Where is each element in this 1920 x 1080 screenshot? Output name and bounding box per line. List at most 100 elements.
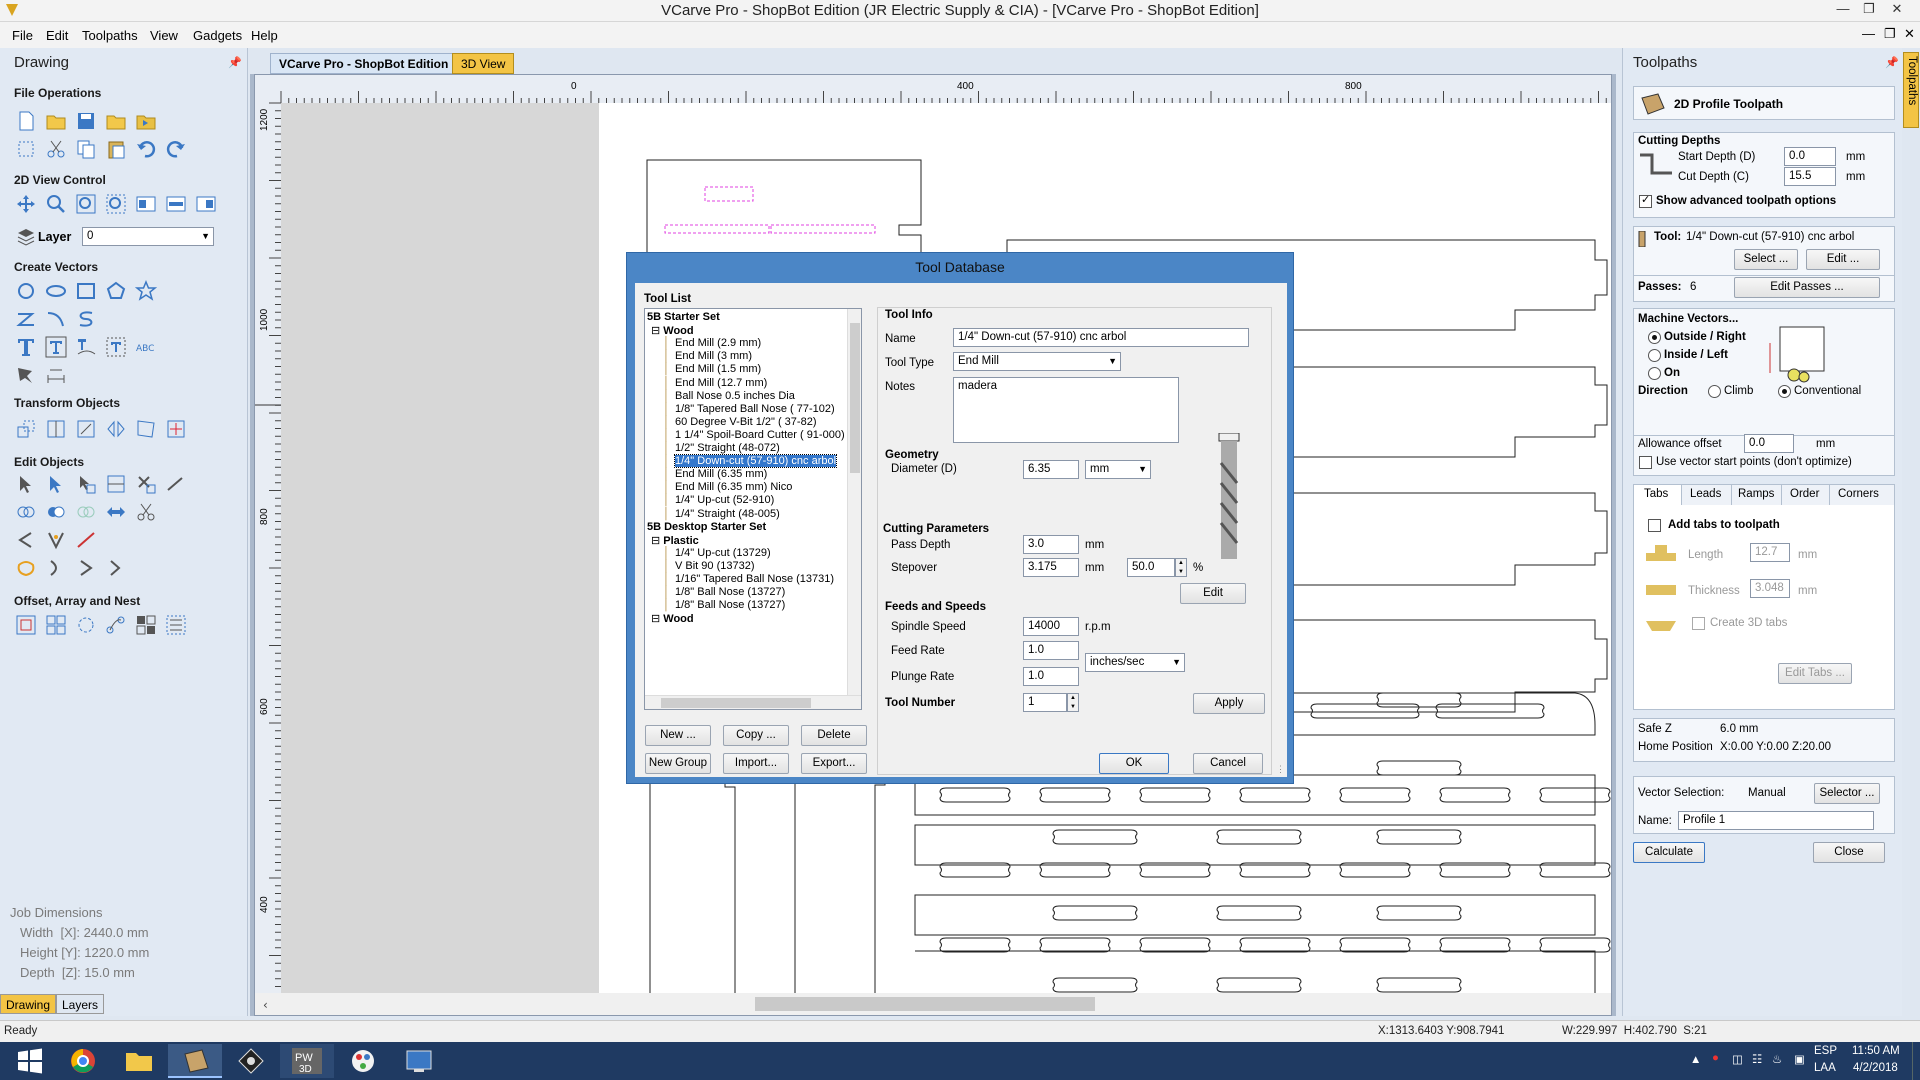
new-tool-button[interactable]: New ... [645, 725, 711, 746]
tab-order[interactable]: Order [1782, 485, 1830, 505]
apply-button[interactable]: Apply [1193, 693, 1265, 714]
tree-tool-item[interactable]: │ End Mill (2.9 mm) [663, 337, 761, 349]
tree-tool-item[interactable]: │ 1/16" Tapered Ball Nose (13731) [663, 573, 834, 585]
fillet-icon[interactable] [45, 529, 67, 551]
nest-icon[interactable] [135, 614, 157, 636]
stepover-spinner[interactable]: ▲ ▼ [1175, 558, 1187, 577]
vector-start-checkbox[interactable] [1639, 456, 1652, 469]
start-depth-input[interactable]: 0.0 [1784, 147, 1836, 166]
mdi-close-icon[interactable]: ✕ [1904, 26, 1915, 42]
toolpaths-side-tab[interactable]: Toolpaths [1902, 48, 1920, 1016]
climb-radio[interactable] [1708, 385, 1721, 398]
extend-icon[interactable] [75, 529, 97, 551]
tool-tree[interactable]: 5B Starter Set ⊟ Wood │ End Mill (2.9 mm) │… [644, 308, 862, 710]
zoom-selection-icon[interactable] [105, 193, 127, 215]
language-line-2[interactable]: LAA [1814, 1062, 1836, 1074]
h-scrollbar-thumb[interactable] [755, 997, 1095, 1011]
collapse-icon[interactable]: ⊟ [651, 325, 663, 337]
cancel-button[interactable]: Cancel [1193, 753, 1263, 774]
remote-desktop-icon[interactable] [392, 1044, 446, 1078]
circular-copy-icon[interactable] [75, 614, 97, 636]
rectangle-icon[interactable] [75, 280, 97, 302]
paint-icon[interactable] [336, 1044, 390, 1078]
cut-depth-input[interactable]: 15.5 [1784, 167, 1836, 186]
tree-tool-item[interactable]: │ 1/2" Straight (48-072) [663, 442, 780, 454]
edit-passes-button[interactable]: Edit Passes ... [1734, 277, 1880, 298]
import-vectors-icon[interactable] [105, 110, 127, 132]
align-icon[interactable] [45, 418, 67, 440]
copy-along-vector-icon[interactable] [105, 614, 127, 636]
distort-icon[interactable] [135, 418, 157, 440]
draw-icon[interactable] [15, 364, 37, 386]
tree-tool-item[interactable]: │ End Mill (3 mm) [663, 350, 752, 362]
edit-button[interactable]: Edit [1180, 583, 1246, 604]
tree-tool-item[interactable]: │ 1/4" Up-cut (13729) [663, 547, 771, 559]
star-icon[interactable] [135, 280, 157, 302]
volume-icon[interactable]: ♨ [1772, 1052, 1782, 1066]
export-button[interactable]: Export... [801, 753, 867, 774]
scroll-left-icon[interactable]: ‹ [263, 998, 268, 1012]
tab-2d-view[interactable]: VCarve Pro - ShopBot Edition [270, 53, 458, 74]
view-left-icon[interactable] [135, 193, 157, 215]
tool-type-select[interactable]: End Mill ▼ [953, 352, 1121, 371]
clock-time[interactable]: 11:50 AM [1852, 1045, 1900, 1057]
tree-group[interactable]: 5B Desktop Starter Set [647, 521, 766, 533]
scissors-icon[interactable] [135, 501, 157, 523]
tree-tool-item[interactable]: │ V Bit 90 (13732) [663, 560, 755, 572]
tree-tool-item[interactable]: │ 1/4" Up-cut (52-910) [663, 494, 774, 506]
close-vectors-icon[interactable] [15, 529, 37, 551]
tree-v-thumb[interactable] [850, 323, 860, 473]
tree-group[interactable]: ⊟ Plastic [651, 534, 699, 547]
tree-tool-item[interactable]: │ 60 Degree V-Bit 1/2" ( 37-82) [663, 416, 816, 428]
text-icon[interactable] [15, 336, 37, 358]
calculate-button[interactable]: Calculate [1633, 842, 1705, 863]
tray-app-icon[interactable]: ● [1712, 1052, 1719, 1064]
tab-ramps[interactable]: Ramps [1732, 485, 1782, 505]
resize-grip-icon[interactable]: ⋮ [1276, 764, 1285, 775]
import-bitmap-icon[interactable] [135, 110, 157, 132]
scale-icon[interactable] [75, 418, 97, 440]
block-copy-icon[interactable] [45, 614, 67, 636]
copy-icon[interactable] [75, 138, 97, 160]
view-center-icon[interactable] [165, 193, 187, 215]
offset-open-icon[interactable] [105, 557, 127, 579]
tray-device-icon[interactable]: ◫ [1732, 1052, 1743, 1066]
layer-select[interactable]: 0 ▼ [82, 227, 214, 246]
pan-icon[interactable] [15, 193, 37, 215]
tree-tool-item[interactable]: │ 1/8" Ball Nose (13727) [663, 586, 785, 598]
cut-icon[interactable] [45, 138, 67, 160]
tree-tool-item[interactable]: │ End Mill (6.35 mm) Nico [663, 481, 792, 493]
close-button[interactable]: Close [1813, 842, 1885, 863]
tree-tool-item[interactable]: │ End Mill (12.7 mm) [663, 377, 767, 389]
polygon-icon[interactable] [105, 280, 127, 302]
close-icon[interactable]: ✕ [1886, 1, 1908, 17]
text-on-curve-icon[interactable] [75, 336, 97, 358]
text-box-icon[interactable] [45, 336, 67, 358]
save-icon[interactable] [75, 110, 97, 132]
array-nest-icon[interactable] [165, 614, 187, 636]
redo-icon[interactable] [165, 138, 187, 160]
tool-name-input[interactable]: 1/4" Down-cut (57-910) cnc arbol [953, 328, 1249, 347]
edit-tool-button[interactable]: Edit ... [1806, 249, 1880, 270]
rate-unit-select[interactable]: inches/sec ▼ [1085, 653, 1185, 672]
weld-icon[interactable] [15, 501, 37, 523]
file-explorer-icon[interactable] [112, 1044, 166, 1078]
zoom-extents-icon[interactable] [75, 193, 97, 215]
tree-tool-item[interactable]: │ End Mill (6.35 mm) [663, 468, 767, 480]
stepover-percent-input[interactable]: 50.0 [1127, 558, 1175, 577]
interactive-trim-icon[interactable] [105, 473, 127, 495]
pin-icon[interactable]: 📌 [228, 56, 242, 69]
chevron-right-icon[interactable] [75, 557, 97, 579]
tree-tool-item[interactable]: │ 1 1/4" Spoil-Board Cutter ( 91-000) [663, 429, 845, 441]
selector-button[interactable]: Selector ... [1814, 783, 1880, 804]
chrome-icon[interactable] [56, 1044, 110, 1078]
length-input[interactable]: 12.7 [1750, 543, 1790, 562]
arc-icon[interactable] [45, 308, 67, 330]
select-icon[interactable] [15, 473, 37, 495]
pass-depth-input[interactable]: 3.0 [1023, 535, 1079, 554]
thickness-input[interactable]: 3.048 [1750, 579, 1790, 598]
menu-gadgets[interactable]: Gadgets [193, 28, 242, 43]
ok-button[interactable]: OK [1099, 753, 1169, 774]
delete-tool-button[interactable]: Delete [801, 725, 867, 746]
add-tabs-checkbox[interactable] [1648, 519, 1661, 532]
